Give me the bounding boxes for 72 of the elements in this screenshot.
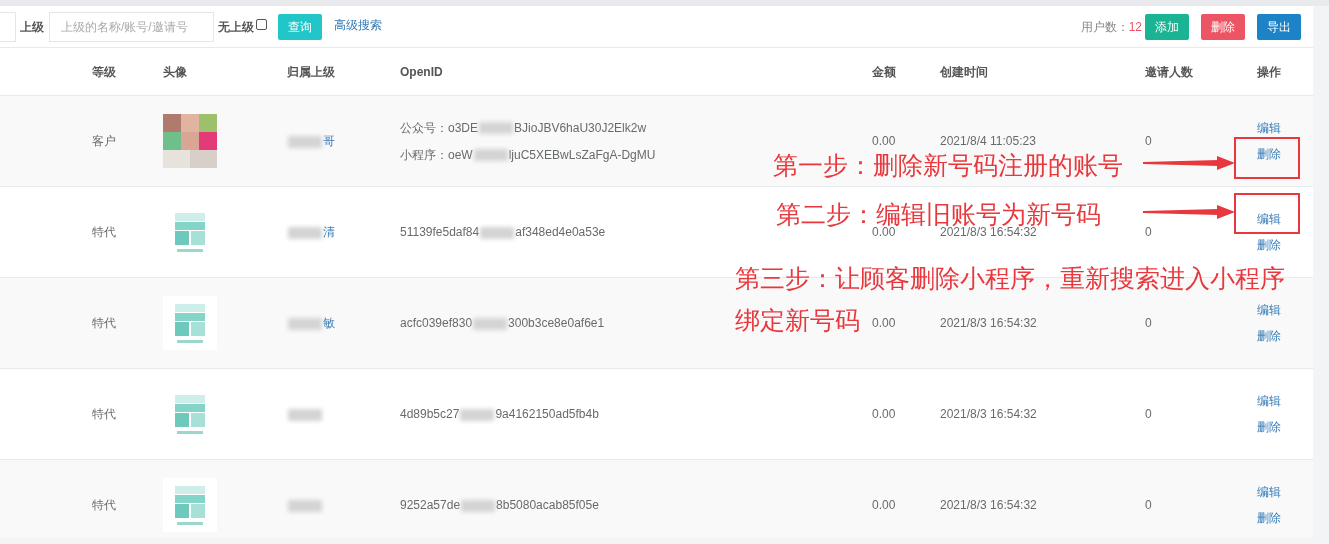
search-field[interactable] bbox=[0, 11, 16, 42]
amount-cell-text: 0.00 bbox=[872, 225, 896, 241]
annotation-text: 第一步：删除新号码注册的账号 bbox=[773, 151, 1123, 179]
level-cell-text: 客户 bbox=[92, 133, 116, 150]
created-time-cell-text: 2021/8/3 16:54:32 bbox=[940, 406, 1037, 423]
level-cell-text: 特代 bbox=[92, 224, 116, 241]
redaction-blur bbox=[288, 499, 322, 512]
openid-text: 51139fe5daf84 af348ed4e0a53e bbox=[400, 224, 606, 241]
add-button[interactable]: 添加 bbox=[1145, 13, 1189, 40]
level-cell-text: 特代 bbox=[92, 406, 116, 423]
column-header: 操作 bbox=[1257, 63, 1281, 81]
redaction-blur bbox=[288, 408, 322, 421]
no-parent-label: 无上级 bbox=[218, 18, 254, 36]
amount-cell-text: 0.00 bbox=[872, 315, 896, 332]
created-time-cell-text: 2021/8/3 16:54:32 bbox=[940, 315, 1037, 332]
column-header: 创建时间 bbox=[940, 63, 988, 81]
redaction-blur bbox=[473, 149, 508, 162]
delete-link[interactable]: 删除 bbox=[1257, 509, 1281, 527]
column-header: 头像 bbox=[163, 63, 187, 81]
invites-cell-text: 0 bbox=[1145, 497, 1152, 514]
delete-link[interactable]: 删除 bbox=[1257, 145, 1281, 163]
column-header: 邀请人数 bbox=[1145, 63, 1193, 81]
invites-cell-text: 0 bbox=[1145, 133, 1152, 150]
user-count-label: 用户数： bbox=[1080, 18, 1129, 36]
redaction-blur bbox=[479, 122, 514, 135]
amount-cell-text: 0.00 bbox=[872, 497, 896, 514]
redaction-blur bbox=[288, 317, 322, 330]
amount-cell-text: 0.00 bbox=[872, 133, 896, 150]
redaction-blur bbox=[473, 317, 508, 330]
invites-cell-text: 0 bbox=[1145, 406, 1152, 423]
invites-cell-text: 0 bbox=[1145, 315, 1152, 332]
delete-link[interactable]: 删除 bbox=[1257, 327, 1281, 345]
user-count: 12 bbox=[1128, 18, 1142, 36]
no-parent-checkbox[interactable] bbox=[256, 19, 267, 30]
advanced-search-link[interactable]: 高级搜索 bbox=[334, 15, 382, 34]
parent-name[interactable]: 清 bbox=[287, 223, 335, 241]
parent-name[interactable]: 哥 bbox=[287, 132, 335, 150]
invites-cell-text: 0 bbox=[1145, 224, 1152, 241]
redaction-blur bbox=[288, 226, 322, 239]
parent-label: 上级 bbox=[20, 18, 44, 36]
created-time-cell-text: 2021/8/4 11:05:23 bbox=[940, 133, 1036, 150]
edit-link[interactable]: 编辑 bbox=[1257, 392, 1281, 410]
delete-link[interactable]: 删除 bbox=[1257, 418, 1281, 436]
amount-cell-text: 0.00 bbox=[872, 406, 896, 423]
column-header: 等级 bbox=[92, 63, 116, 81]
delete-link[interactable]: 删除 bbox=[1257, 236, 1281, 254]
annotation-text: 第三步：让顾客删除小程序，重新搜索进入小程序 bbox=[735, 264, 1285, 292]
parent-search-field[interactable]: 上级的名称/账号/邀请号 bbox=[49, 11, 214, 42]
level-cell-text: 特代 bbox=[92, 315, 116, 332]
annotation-text: 绑定新号码 bbox=[735, 306, 860, 334]
column-header: OpenID bbox=[400, 63, 443, 81]
redaction-blur bbox=[461, 499, 496, 512]
created-time-cell-text: 2021/8/3 16:54:32 bbox=[940, 497, 1037, 514]
edit-link[interactable]: 编辑 bbox=[1257, 301, 1281, 319]
delete-button[interactable]: 删除 bbox=[1201, 13, 1245, 40]
column-header: 归属上级 bbox=[287, 63, 335, 81]
redaction-blur bbox=[288, 135, 322, 148]
column-header: 金额 bbox=[872, 63, 896, 81]
openid-text: 9252a57de 8b5080acab85f05e bbox=[400, 497, 599, 514]
edit-link[interactable]: 编辑 bbox=[1257, 483, 1281, 501]
openid-text: 4d89b5c27 9a4162150ad5fb4b bbox=[400, 406, 599, 423]
edit-link[interactable]: 编辑 bbox=[1257, 119, 1281, 137]
redaction-blur bbox=[480, 226, 515, 239]
parent-name[interactable]: 敏 bbox=[287, 314, 335, 332]
annotation-text: 第二步：编辑旧账号为新号码 bbox=[776, 200, 1101, 228]
openid-text: 小程序：oeW ljuC5XEBwLsZaFgA-DgMU bbox=[400, 146, 656, 164]
redaction-blur bbox=[460, 408, 495, 421]
level-cell-text: 特代 bbox=[92, 497, 116, 514]
export-button[interactable]: 导出 bbox=[1257, 13, 1301, 40]
openid-text: 公众号：o3DE BJioJBV6haU30J2Elk2w bbox=[400, 119, 647, 137]
openid-text: acfc039ef830 300b3ce8e0af6e1 bbox=[400, 315, 605, 332]
edit-link[interactable]: 编辑 bbox=[1257, 210, 1281, 228]
